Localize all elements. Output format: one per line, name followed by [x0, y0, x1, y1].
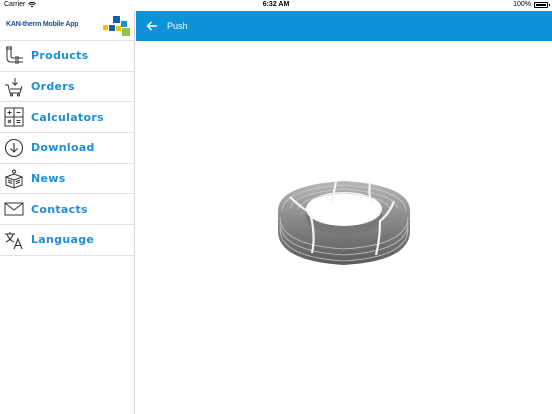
sidebar-item-label: Contacts	[31, 202, 88, 216]
sidebar-item-products[interactable]: Products	[0, 41, 134, 72]
sidebar-item-label: Calculators	[31, 110, 104, 124]
envelope-icon	[4, 199, 24, 219]
page-title: Push	[167, 21, 188, 31]
battery-indicator: 100%	[513, 1, 550, 8]
clock: 6:32 AM	[262, 1, 290, 8]
sidebar-item-contacts[interactable]: Contacts	[0, 194, 134, 226]
sidebar-item-label: News	[31, 172, 66, 186]
sidebar-item-label: Language	[31, 233, 95, 247]
sidebar-menu: KAN-therm Mobile App Products Orders Cal…	[0, 11, 135, 414]
pipe-icon	[4, 46, 24, 66]
back-button[interactable]	[142, 16, 162, 36]
brand-title: KAN-therm Mobile App	[6, 21, 79, 28]
sidebar-item-language[interactable]: Language	[0, 225, 134, 256]
kan-logo-icon	[103, 16, 130, 36]
brand-header: KAN-therm Mobile App	[0, 11, 134, 41]
sidebar-item-label: Orders	[31, 80, 75, 94]
battery-percent: 100%	[513, 1, 531, 8]
sidebar-item-download[interactable]: Download	[0, 133, 134, 164]
arrow-left-icon	[146, 21, 157, 31]
calculator-icon	[4, 107, 24, 127]
pipe-coil-image	[278, 180, 410, 265]
newspaper-icon	[4, 169, 24, 189]
sidebar-item-orders[interactable]: Orders	[0, 72, 134, 103]
main-panel: Push	[136, 11, 552, 414]
translate-icon	[4, 230, 24, 250]
status-bar: Carrier 6:32 AM 100%	[0, 0, 552, 11]
download-icon	[4, 138, 24, 158]
sidebar-item-label: Products	[31, 49, 89, 63]
cart-icon	[4, 77, 24, 97]
sidebar-item-news[interactable]: News	[0, 164, 134, 195]
sidebar-item-calculators[interactable]: Calculators	[0, 102, 134, 134]
battery-icon	[534, 1, 550, 8]
sidebar-item-label: Download	[31, 141, 95, 155]
nav-bar: Push	[136, 11, 552, 41]
